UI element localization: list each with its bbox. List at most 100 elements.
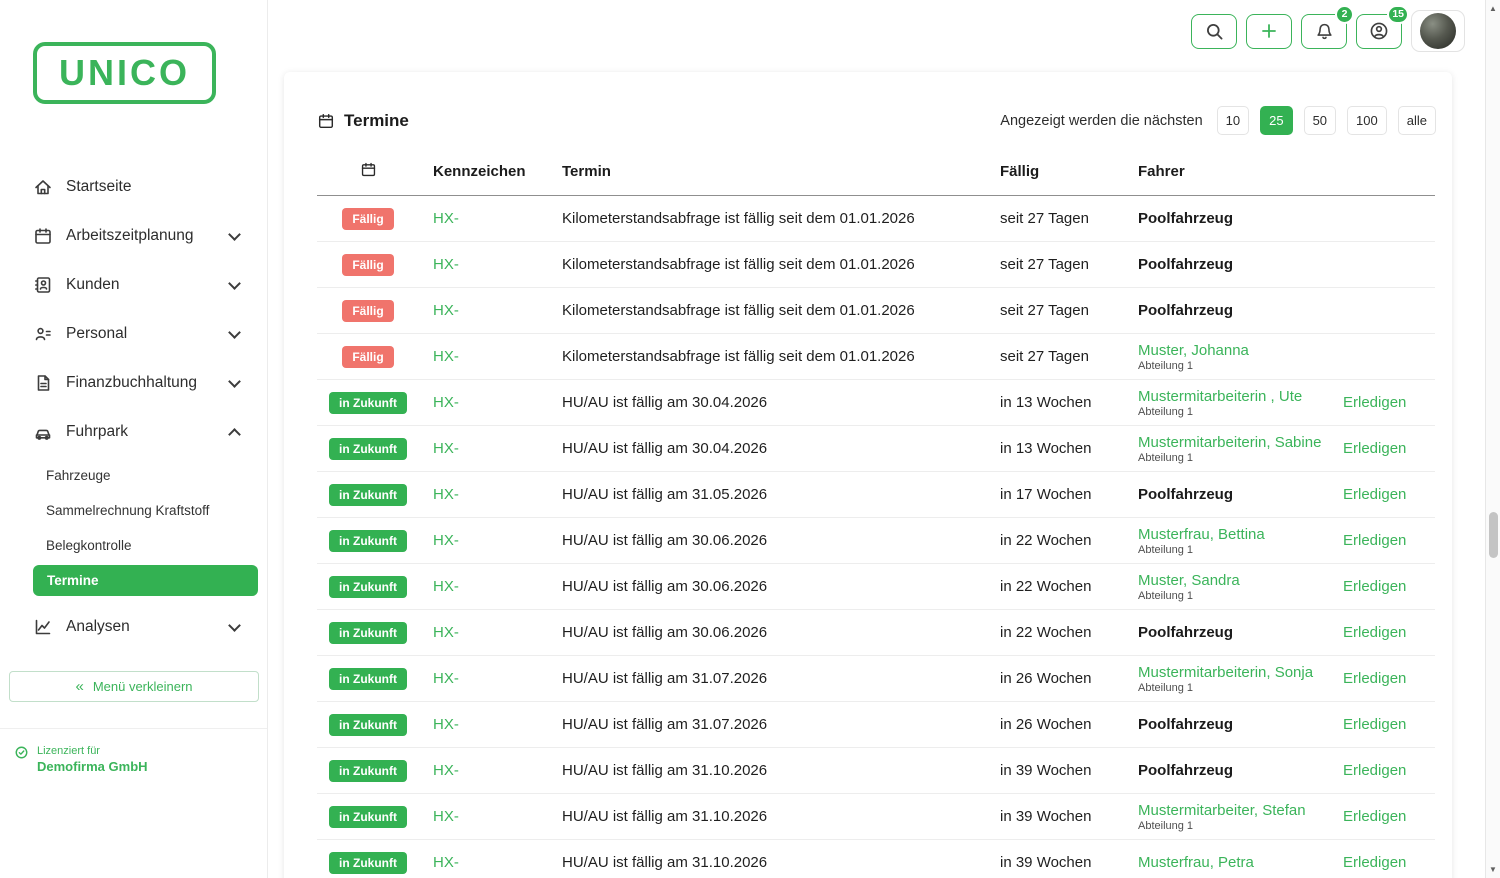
kennzeichen-link[interactable]: HX-	[433, 532, 459, 549]
erledigen-link[interactable]: Erledigen	[1343, 578, 1406, 595]
plus-icon	[1260, 22, 1278, 40]
abteilung-text: Abteilung 1	[1138, 452, 1329, 464]
sidebar-item-label: Startseite	[66, 178, 131, 196]
abteilung-text: Abteilung 1	[1138, 682, 1329, 694]
page-size-option[interactable]: alle	[1398, 106, 1436, 135]
sidebar-item-personal[interactable]: Personal	[0, 309, 267, 358]
table-row: in Zukunft HX- HU/AU ist fällig am 31.10…	[317, 794, 1435, 840]
kennzeichen-link[interactable]: HX-	[433, 808, 459, 825]
table-row: in Zukunft HX- HU/AU ist fällig am 30.06…	[317, 518, 1435, 564]
erledigen-link[interactable]: Erledigen	[1343, 808, 1406, 825]
search-button[interactable]	[1191, 14, 1237, 49]
kennzeichen-link[interactable]: HX-	[433, 440, 459, 457]
fahrer-name: Poolfahrzeug	[1138, 486, 1329, 503]
sidebar-divider	[0, 728, 267, 729]
fahrer-name: Poolfahrzeug	[1138, 716, 1329, 733]
fahrer-name: Poolfahrzeug	[1138, 624, 1329, 641]
status-badge: in Zukunft	[329, 576, 407, 598]
page-size-option[interactable]: 10	[1217, 106, 1249, 135]
sidebar-item-fahrzeuge[interactable]: Fahrzeuge	[0, 458, 267, 493]
sidebar-item-arbeitszeitplanung[interactable]: Arbeitszeitplanung	[0, 211, 267, 260]
calendar-icon	[360, 161, 377, 178]
kennzeichen-link[interactable]: HX-	[433, 854, 459, 871]
page-size-option[interactable]: 50	[1304, 106, 1336, 135]
faellig-text: in 39 Wochen	[986, 794, 1124, 840]
sidebar-item-termine[interactable]: Termine	[33, 565, 258, 596]
scrollbar-thumb[interactable]	[1489, 512, 1498, 558]
calendar-icon	[317, 112, 335, 130]
fahrer-name[interactable]: Mustermitarbeiterin , Ute	[1138, 388, 1329, 405]
fahrer-name[interactable]: Mustermitarbeiterin, Sabine	[1138, 434, 1329, 451]
erledigen-link[interactable]: Erledigen	[1343, 532, 1406, 549]
header-fahrer[interactable]: Fahrer	[1124, 151, 1329, 196]
fahrer-name[interactable]: Musterfrau, Bettina	[1138, 526, 1329, 543]
kennzeichen-link[interactable]: HX-	[433, 716, 459, 733]
kennzeichen-link[interactable]: HX-	[433, 256, 459, 273]
kennzeichen-link[interactable]: HX-	[433, 762, 459, 779]
fahrer-name[interactable]: Mustermitarbeiterin, Sonja	[1138, 664, 1329, 681]
fahrer-name[interactable]: Muster, Johanna	[1138, 342, 1329, 359]
sidebar-item-kunden[interactable]: Kunden	[0, 260, 267, 309]
sidebar-item-label: Fuhrpark	[66, 423, 128, 441]
erledigen-link[interactable]: Erledigen	[1343, 716, 1406, 733]
header-termin[interactable]: Termin	[548, 151, 986, 196]
document-icon	[33, 373, 53, 393]
kennzeichen-link[interactable]: HX-	[433, 302, 459, 319]
status-badge: in Zukunft	[329, 622, 407, 644]
erledigen-link[interactable]: Erledigen	[1343, 394, 1406, 411]
add-button[interactable]	[1246, 14, 1292, 49]
sidebar-item-analysen[interactable]: Analysen	[0, 602, 267, 651]
header-kennzeichen[interactable]: Kennzeichen	[419, 151, 548, 196]
window-scrollbar[interactable]: ▲ ▼	[1485, 0, 1500, 878]
sidebar-item-startseite[interactable]: Startseite	[0, 162, 267, 211]
account-button[interactable]: 15	[1356, 14, 1402, 49]
person-list-icon	[33, 324, 53, 344]
termin-text: HU/AU ist fällig am 31.10.2026	[548, 794, 986, 840]
kennzeichen-link[interactable]: HX-	[433, 210, 459, 227]
sidebar-item-sammelrechnung-kraftstoff[interactable]: Sammelrechnung Kraftstoff	[0, 493, 267, 528]
erledigen-link[interactable]: Erledigen	[1343, 854, 1406, 871]
termin-text: HU/AU ist fällig am 30.04.2026	[548, 380, 986, 426]
page-size-option[interactable]: 100	[1347, 106, 1387, 135]
kennzeichen-link[interactable]: HX-	[433, 670, 459, 687]
user-menu[interactable]	[1411, 10, 1465, 52]
erledigen-link[interactable]: Erledigen	[1343, 440, 1406, 457]
abteilung-text: Abteilung 1	[1138, 544, 1329, 556]
scroll-down-arrow-icon[interactable]: ▼	[1486, 862, 1500, 877]
chevron-down-icon	[228, 619, 241, 632]
termine-table: Kennzeichen Termin Fällig Fahrer Fällig …	[317, 151, 1435, 878]
erledigen-link[interactable]: Erledigen	[1343, 670, 1406, 687]
header-action	[1329, 151, 1435, 196]
termine-table-body: Fällig HX- Kilometerstandsabfrage ist fä…	[317, 196, 1435, 878]
faellig-text: in 22 Wochen	[986, 610, 1124, 656]
collapse-menu-button[interactable]: « Menü verkleinern	[9, 671, 259, 702]
abteilung-text: Abteilung 1	[1138, 360, 1329, 372]
kennzeichen-link[interactable]: HX-	[433, 394, 459, 411]
termin-text: HU/AU ist fällig am 30.06.2026	[548, 518, 986, 564]
fahrer-name[interactable]: Musterfrau, Petra	[1138, 854, 1329, 871]
kennzeichen-link[interactable]: HX-	[433, 348, 459, 365]
scroll-up-arrow-icon[interactable]: ▲	[1486, 1, 1500, 16]
status-badge: Fällig	[342, 300, 393, 322]
fahrer-name: Poolfahrzeug	[1138, 210, 1329, 227]
faellig-text: seit 27 Tagen	[986, 196, 1124, 242]
erledigen-link[interactable]: Erledigen	[1343, 486, 1406, 503]
sidebar-item-belegkontrolle[interactable]: Belegkontrolle	[0, 528, 267, 563]
sidebar-item-finanzbuchhaltung[interactable]: Finanzbuchhaltung	[0, 358, 267, 407]
status-badge: in Zukunft	[329, 668, 407, 690]
fahrer-name[interactable]: Mustermitarbeiter, Stefan	[1138, 802, 1329, 819]
notifications-button[interactable]: 2	[1301, 14, 1347, 49]
header-faellig[interactable]: Fällig	[986, 151, 1124, 196]
sidebar-item-fuhrpark[interactable]: Fuhrpark	[0, 407, 267, 456]
abteilung-text: Abteilung 1	[1138, 820, 1329, 832]
page-size-option[interactable]: 25	[1260, 106, 1292, 135]
erledigen-link[interactable]: Erledigen	[1343, 624, 1406, 641]
termin-text: HU/AU ist fällig am 30.06.2026	[548, 610, 986, 656]
erledigen-link[interactable]: Erledigen	[1343, 762, 1406, 779]
fahrer-name[interactable]: Muster, Sandra	[1138, 572, 1329, 589]
table-row: in Zukunft HX- HU/AU ist fällig am 31.07…	[317, 702, 1435, 748]
kennzeichen-link[interactable]: HX-	[433, 486, 459, 503]
kennzeichen-link[interactable]: HX-	[433, 624, 459, 641]
kennzeichen-link[interactable]: HX-	[433, 578, 459, 595]
faellig-text: in 26 Wochen	[986, 656, 1124, 702]
